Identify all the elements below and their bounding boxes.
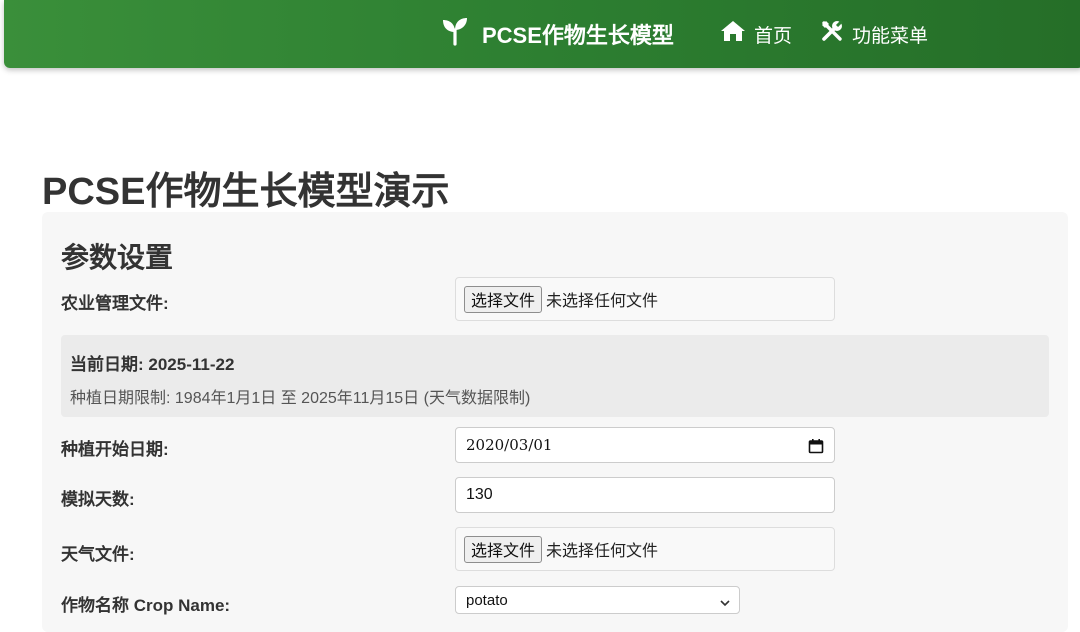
start-date-value: 2020/03/01 <box>466 436 553 454</box>
management-file-input[interactable]: 选择文件 未选择任何文件 <box>455 277 835 321</box>
home-icon <box>720 19 746 49</box>
current-date: 当前日期: 2025-11-22 <box>70 355 235 374</box>
start-date-label: 种植开始日期: <box>61 440 169 459</box>
sim-days-value: 130 <box>466 486 493 503</box>
crop-name-select[interactable]: potato <box>455 586 740 614</box>
chevron-down-icon <box>719 595 731 612</box>
sim-days-label: 模拟天数: <box>61 490 135 509</box>
weather-file-choose-button[interactable]: 选择文件 <box>464 535 543 563</box>
nav-menu-link[interactable]: 功能菜单 <box>820 19 928 49</box>
brand-text: PCSE作物生长模型 <box>482 23 674 48</box>
management-file-choose-button[interactable]: 选择文件 <box>464 285 543 313</box>
weather-file-status: 未选择任何文件 <box>546 543 659 560</box>
calendar-icon[interactable] <box>808 438 824 459</box>
management-file-label: 农业管理文件: <box>61 294 169 313</box>
crop-name-label: 作物名称 Crop Name: <box>61 596 231 615</box>
weather-file-label: 天气文件: <box>61 545 135 564</box>
page-title: PCSE作物生长模型演示 <box>42 171 450 213</box>
brand-link[interactable]: PCSE作物生长模型 <box>440 17 674 51</box>
sim-days-input[interactable]: 130 <box>455 477 835 513</box>
planting-date-limit: 种植日期限制: 1984年1月1日 至 2025年11月15日 (天气数据限制) <box>70 390 531 407</box>
nav-menu-label: 功能菜单 <box>852 25 929 47</box>
start-date-input[interactable]: 2020/03/01 <box>455 427 835 463</box>
nav-home-link[interactable]: 首页 <box>720 19 792 49</box>
nav-home-label: 首页 <box>754 25 793 47</box>
crop-name-value: potato <box>466 591 508 609</box>
sprout-icon <box>440 16 470 52</box>
weather-file-input[interactable]: 选择文件 未选择任何文件 <box>455 527 835 571</box>
settings-title: 参数设置 <box>61 242 174 273</box>
tools-icon <box>820 19 844 49</box>
management-file-status: 未选择任何文件 <box>546 293 659 310</box>
